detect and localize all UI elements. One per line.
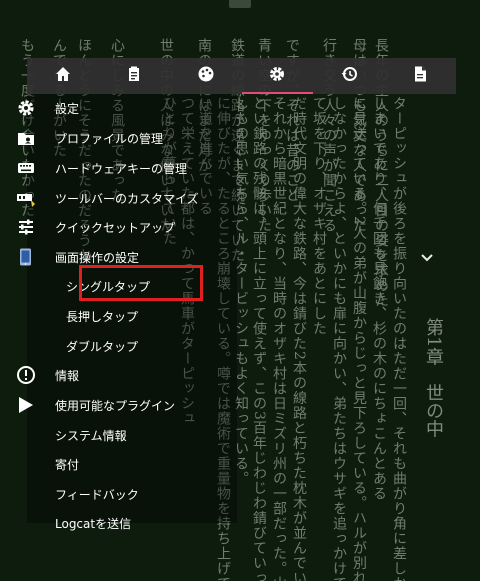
- tab-palette[interactable]: [170, 58, 242, 94]
- menu-item-label: フィードバック: [55, 488, 139, 502]
- menu-item-label: プロファイルの管理: [55, 132, 164, 146]
- menu-item-toolbar-customize[interactable]: ツールバーのカスタマイズ: [0, 184, 200, 212]
- gear-icon: [268, 65, 286, 87]
- tab-clipboard[interactable]: [99, 58, 171, 94]
- menu-item-label: Logcatを送信: [55, 517, 132, 531]
- menu-item-plugins[interactable]: 使用可能なプラグイン: [0, 391, 200, 419]
- chapter-title: 第1章 世の中: [423, 318, 444, 438]
- menu-item-label: 長押しタップ: [66, 310, 139, 324]
- single-tap-highlight: [79, 265, 203, 301]
- gear-icon: [16, 98, 36, 118]
- menu-item-info[interactable]: 情報: [0, 361, 200, 389]
- reader-column: しなかったからよ、といかにも扉に向かい、弟たちはウサギを追っかけている: [331, 96, 347, 581]
- menu-item-label: ダブルタップ: [66, 340, 139, 354]
- menu-item-feedback[interactable]: フィードバック: [0, 480, 200, 508]
- chevron-down-icon[interactable]: [418, 248, 436, 266]
- profile-folder-icon: [16, 128, 36, 148]
- reader-column: に見送っている。2人の弟が山腹からじっと見下ろしている。ハルが別れの手を振ってい…: [351, 96, 367, 581]
- reader-column: しまいであり、何千回も見飽き、杉の木のにちょこんとある: [371, 96, 387, 501]
- menu-toolbar: [27, 58, 456, 94]
- keyboard-icon: [16, 158, 36, 178]
- tab-file[interactable]: [385, 58, 457, 94]
- clipboard-icon: [125, 65, 143, 87]
- menu-item-label: ハードウェアキーの管理: [55, 162, 188, 176]
- menu-item-label: システム情報: [55, 429, 127, 443]
- menu-item-long-tap[interactable]: 長押しタップ: [0, 302, 160, 330]
- reader-column: て坂を下り、オザキ村をあとにした: [311, 96, 327, 336]
- palette-icon: [197, 65, 215, 87]
- tab-history[interactable]: [313, 58, 385, 94]
- reader-column: それから暗黒世紀となり、当時のオザキ村は日ミズリ州の一部だった。山の樂はあちこち: [271, 96, 287, 581]
- tab-home[interactable]: [27, 58, 99, 94]
- menu-item-profile-management[interactable]: プロファイルの管理: [0, 124, 200, 152]
- menu-item-donate[interactable]: 寄付: [0, 450, 200, 478]
- menu-item-label: 画面操作の設定: [55, 251, 140, 265]
- tab-settings[interactable]: [241, 58, 314, 94]
- file-icon: [411, 65, 429, 87]
- menu-item-label: 寄付: [55, 458, 80, 472]
- menu-item-label: 使用可能なプラグイン: [55, 399, 176, 413]
- menu-item-label: 設定: [55, 102, 80, 116]
- menu-item-label: ツールバーのカスタマイズ: [55, 192, 199, 206]
- menu-item-send-logcat[interactable]: Logcatを送信: [0, 509, 200, 537]
- menu-item-label: クイックセットアップ: [55, 221, 176, 235]
- menu-item-quick-setup[interactable]: クイックセットアップ: [0, 213, 200, 241]
- tablet-icon: [16, 247, 36, 267]
- toolbar-icon: [16, 188, 36, 208]
- sliders-icon: [16, 217, 36, 237]
- info-icon: [16, 365, 36, 385]
- home-icon: [54, 65, 72, 87]
- reader-column: とい鉄路の残骸は、頭上に立って使えず、この3百年じわじわ錆びていった: [251, 96, 267, 581]
- plugin-icon: [16, 395, 36, 415]
- menu-item-system-info[interactable]: システム情報: [0, 421, 200, 449]
- menu-item-hardware-keys[interactable]: ハードウェアキーの管理: [0, 154, 200, 182]
- menu-item-label: 情報: [55, 369, 80, 383]
- reader-column: だ時代文明の偉大な鉄路、今は錆びた2本の線路と朽ちた枕木が並んでいる: [291, 96, 307, 581]
- drag-handle[interactable]: [229, 0, 251, 8]
- history-icon: [340, 65, 358, 87]
- menu-item-double-tap[interactable]: ダブルタップ: [0, 332, 160, 360]
- menu-item-settings[interactable]: 設定: [0, 94, 200, 122]
- reader-column: ターピッシュが後ろを振り向いたのはただ一回、それも曲がり角に差しかかったときだけ: [391, 96, 407, 581]
